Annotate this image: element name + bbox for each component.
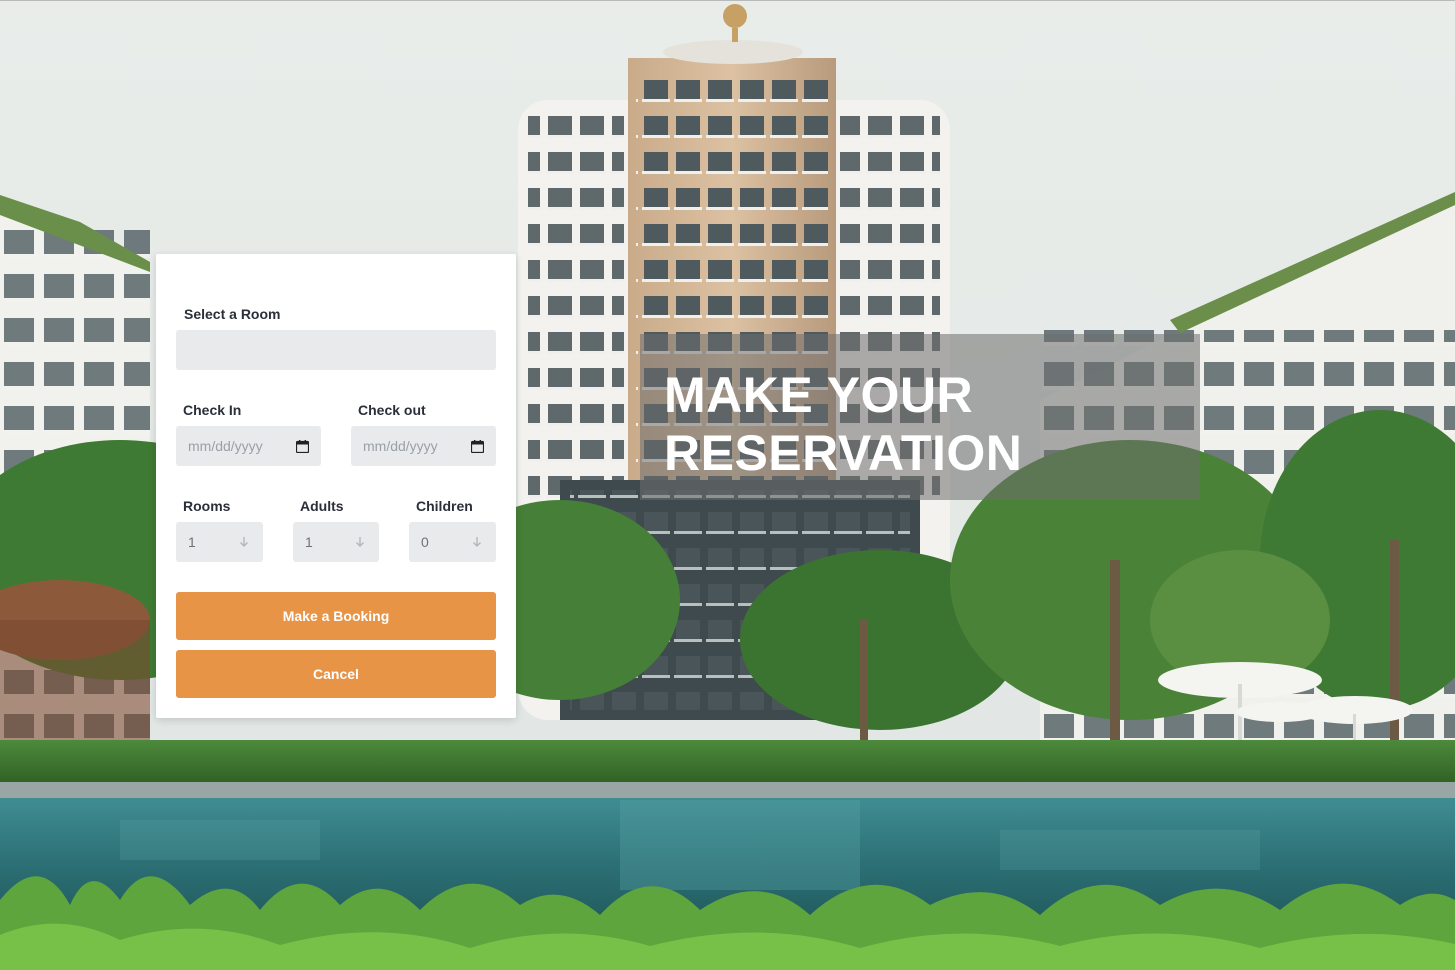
check-out-placeholder: mm/dd/yyyy — [363, 438, 438, 454]
arrow-down-icon — [237, 535, 251, 549]
rooms-select[interactable]: 1 — [176, 522, 263, 562]
rooms-label: Rooms — [183, 498, 231, 514]
adults-value: 1 — [305, 534, 313, 550]
check-in-date-input[interactable]: mm/dd/yyyy — [176, 426, 321, 466]
arrow-down-icon — [353, 535, 367, 549]
make-booking-button[interactable]: Make a Booking — [176, 592, 496, 640]
children-label: Children — [416, 498, 473, 514]
check-in-placeholder: mm/dd/yyyy — [188, 438, 263, 454]
booking-form: Select a Room Check In Check out mm/dd/y… — [156, 254, 516, 718]
check-in-label: Check In — [183, 402, 242, 418]
adults-select[interactable]: 1 — [293, 522, 379, 562]
page-headline: MAKE YOUR RESERVATION — [664, 366, 1184, 482]
adults-label: Adults — [300, 498, 344, 514]
calendar-icon[interactable] — [295, 439, 309, 453]
arrow-down-icon — [470, 535, 484, 549]
headline-line-1: MAKE YOUR — [664, 367, 974, 423]
children-select[interactable]: 0 — [409, 522, 496, 562]
rooms-value: 1 — [188, 534, 196, 550]
check-out-label: Check out — [358, 402, 426, 418]
cancel-button[interactable]: Cancel — [176, 650, 496, 698]
calendar-icon[interactable] — [470, 439, 484, 453]
check-out-date-input[interactable]: mm/dd/yyyy — [351, 426, 496, 466]
room-select[interactable] — [176, 330, 496, 370]
headline-line-2: RESERVATION — [664, 425, 1023, 481]
room-select-label: Select a Room — [184, 306, 281, 322]
children-value: 0 — [421, 534, 429, 550]
